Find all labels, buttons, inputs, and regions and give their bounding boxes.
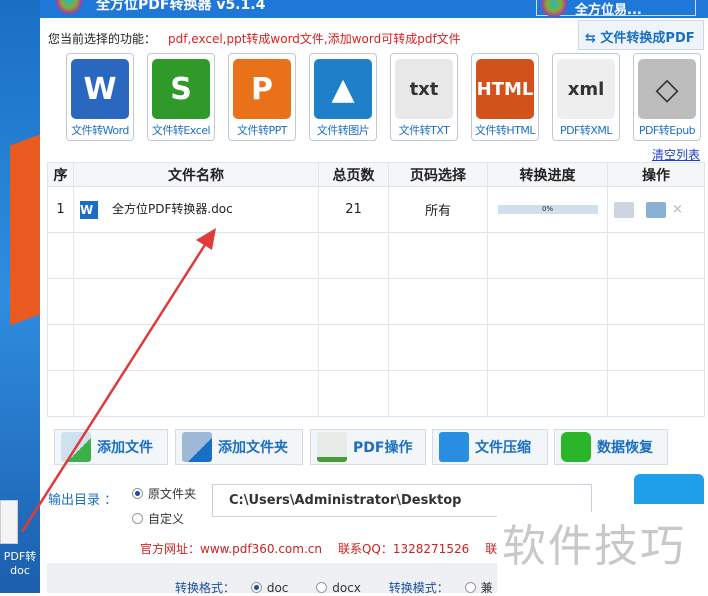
annotation-arrow [20,228,216,533]
